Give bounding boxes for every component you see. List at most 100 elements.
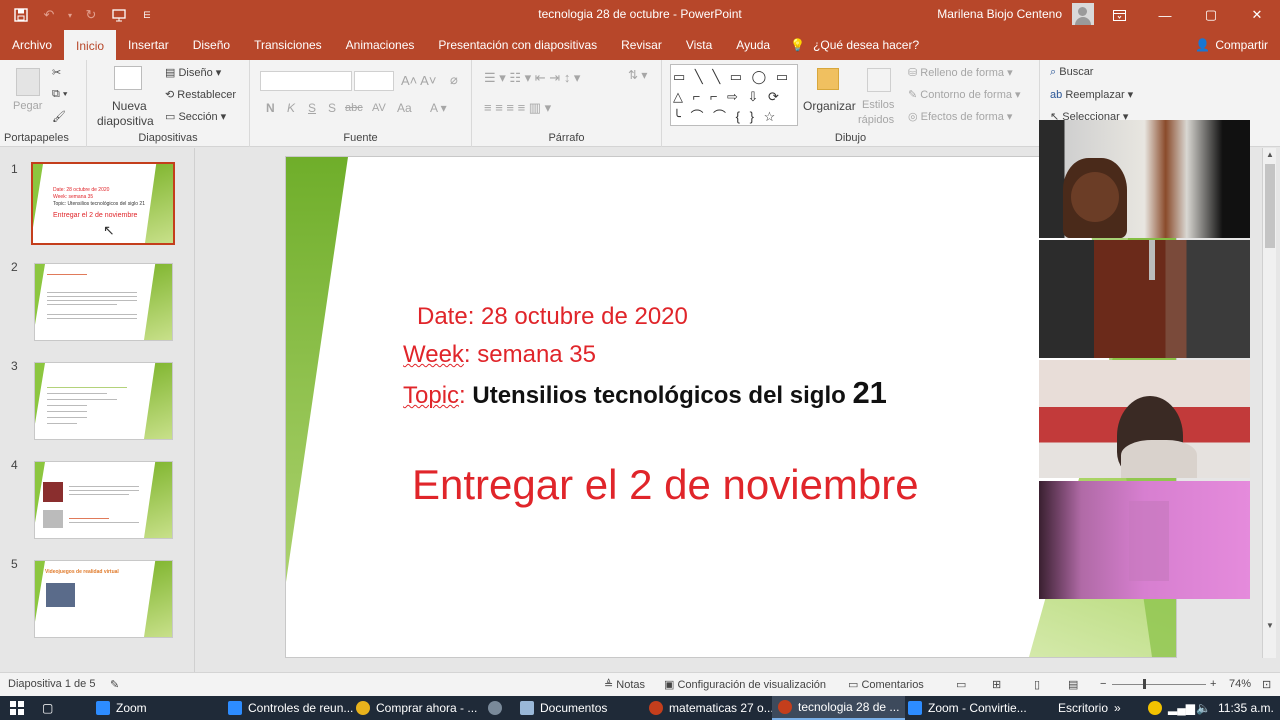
comments-button[interactable]: ▭ Comentarios [848,678,924,691]
reset-button[interactable]: ⟲ Restablecer [165,88,236,101]
layout-button[interactable]: ▤ Diseño ▾ [165,66,221,79]
dropdown-icon[interactable]: ▾ [66,4,74,26]
system-clock[interactable]: 11:35 a.m. [1212,696,1280,720]
thumbnail-slide-4[interactable] [34,461,173,539]
taskbar-item-documents[interactable]: Documentos [514,696,613,720]
quick-styles-label-2[interactable]: rápidos [858,114,894,126]
ribbon-display-options-icon[interactable] [1096,0,1142,30]
new-slide-label-1[interactable]: Nueva [112,99,147,113]
zoom-video-tile-1[interactable] [1039,120,1250,238]
spell-check-icon[interactable]: ✎ [110,678,119,691]
thumbnail-slide-5[interactable]: Videojuegos de realidad virtual [34,560,173,638]
tab-archivo[interactable]: Archivo [0,30,64,60]
slide-deadline[interactable]: Entregar el 2 de noviembre [412,461,919,509]
slideshow-icon[interactable]: ▤ [1068,678,1078,691]
zoom-out-button[interactable]: − [1100,678,1106,690]
shape-outline-button[interactable]: ✎ Contorno de forma ▾ [908,88,1021,101]
quick-styles-label-1[interactable]: Estilos [862,99,894,111]
thumbnail-slide-1[interactable]: Date: 28 octubre de 2020 Week: semana 35… [31,162,175,245]
quick-styles-icon[interactable] [867,68,891,92]
taskbar-item-powerpoint-tech[interactable]: tecnologia 28 de ... [772,696,906,720]
new-slide-label-2[interactable]: diapositiva [97,114,154,128]
paste-button[interactable]: Pegar [13,100,42,112]
arrange-icon[interactable] [817,68,839,90]
thumbnail-slide-2[interactable] [34,263,173,341]
taskbar-item-chrome[interactable]: Comprar ahora - ... [350,696,483,720]
zoom-level[interactable]: 74% [1229,678,1251,690]
section-button[interactable]: ▭ Sección ▾ [165,110,226,123]
tab-transiciones[interactable]: Transiciones [242,30,334,60]
underline-button[interactable]: S [308,101,316,115]
shapes-gallery[interactable]: ▭ ╲ ╲ ▭ ◯ ▭ △ ⌐ ⌐ ⇨ ⇩ ⟳ ╰ ⌒ ⌒ { } ☆ [670,64,798,126]
replace-button[interactable]: ab Reemplazar ▾ [1050,88,1133,101]
change-case-button[interactable]: Aa [397,101,412,115]
slide-date-line[interactable]: Date: 28 octubre de 2020 [417,303,688,331]
fit-to-window-icon[interactable]: ⊡ [1262,678,1271,691]
desktop-toolbar[interactable]: Escritorio» [1052,696,1127,720]
paste-icon[interactable] [16,68,40,96]
strikethrough-button[interactable]: abc [345,102,363,114]
bullets-icon[interactable]: ☰ ▾ ☷ ▾ ⇤ ⇥ ↕ ▾ [484,70,580,86]
slide-week-line[interactable]: Week: semana 35 [403,341,596,369]
close-button[interactable]: ✕ [1234,0,1280,30]
italic-button[interactable]: K [287,101,295,115]
new-slide-icon[interactable] [114,66,142,90]
user-name[interactable]: Marilena Biojo Centeno [937,7,1062,21]
char-spacing-button[interactable]: AV [372,102,386,114]
zoom-slider-thumb[interactable] [1143,679,1146,689]
shape-fill-button[interactable]: ⛁ Relleno de forma ▾ [908,66,1013,79]
start-button[interactable] [4,696,30,720]
minimize-button[interactable]: — [1142,0,1188,30]
arrange-button[interactable]: Organizar [803,99,856,113]
font-size-field[interactable] [354,71,394,91]
slide-topic-line[interactable]: Topic: Utensilios tecnológicos del siglo… [403,375,887,411]
align-icons[interactable]: ≡ ≡ ≡ ≡ ▥ ▾ [484,100,551,116]
redo-icon[interactable]: ↻ [80,4,102,26]
zoom-video-tile-3[interactable] [1039,360,1250,478]
view-settings-button[interactable]: ▣ Configuración de visualización [664,678,826,691]
tab-presentacion[interactable]: Presentación con diapositivas [426,30,609,60]
vertical-scrollbar[interactable]: ▲ ▼ [1262,148,1276,658]
taskbar-item-powerpoint-math[interactable]: matematicas 27 o... [643,696,780,720]
zoom-video-tile-2[interactable] [1039,240,1250,358]
font-color-icon[interactable]: A ▾ [430,101,447,115]
taskbar-item-zoom-convert[interactable]: Zoom - Convirtie... [902,696,1033,720]
taskbar-item-zoom[interactable]: Zoom [90,696,153,720]
undo-icon[interactable]: ↶ [38,4,60,26]
find-button[interactable]: ⌕ Buscar [1050,66,1093,79]
zoom-slider[interactable] [1112,679,1206,689]
task-view-icon[interactable]: ▢ [36,696,59,720]
copy-icon[interactable]: ⧉ ▾ [52,88,68,101]
tab-diseno[interactable]: Diseño [181,30,242,60]
text-direction-icon[interactable]: ⇅ ▾ [628,68,647,82]
format-painter-icon[interactable]: 🖌 [52,110,66,123]
present-from-start-icon[interactable] [108,4,130,26]
tab-inicio[interactable]: Inicio [64,30,117,60]
save-icon[interactable] [10,4,32,26]
thumbnail-slide-3[interactable] [34,362,173,440]
tab-insertar[interactable]: Insertar [116,30,181,60]
reading-view-icon[interactable]: ▯ [1034,678,1040,691]
normal-view-icon[interactable]: ▭ [956,678,966,691]
clear-format-icon[interactable]: ⌀ [450,72,458,88]
font-name-field[interactable] [260,71,352,91]
bold-button[interactable]: N [266,101,275,115]
shape-effects-button[interactable]: ◎ Efectos de forma ▾ [908,110,1012,123]
customize-toolbar-icon[interactable]: ⋿ [136,4,158,26]
tab-ayuda[interactable]: Ayuda [724,30,782,60]
zoom-in-button[interactable]: + [1210,678,1216,690]
tab-animaciones[interactable]: Animaciones [334,30,427,60]
zoom-video-tile-4[interactable] [1039,481,1250,599]
tell-me-box[interactable]: 💡 ¿Qué desea hacer? [782,30,927,60]
maximize-button[interactable]: ▢ [1188,0,1234,30]
grow-font-icon[interactable]: A˄ A˅ [401,73,436,88]
taskbar-item-app[interactable] [482,696,508,720]
share-button[interactable]: 👤 Compartir [1195,30,1268,60]
slide-sorter-icon[interactable]: ⊞ [992,678,1001,691]
taskbar-item-meeting-controls[interactable]: Controles de reun... [222,696,359,720]
notes-button[interactable]: ≜ Notas [604,678,645,691]
cut-icon[interactable]: ✂ [52,66,61,79]
tab-revisar[interactable]: Revisar [609,30,674,60]
avatar[interactable] [1072,3,1094,25]
shadow-button[interactable]: S [328,101,336,115]
